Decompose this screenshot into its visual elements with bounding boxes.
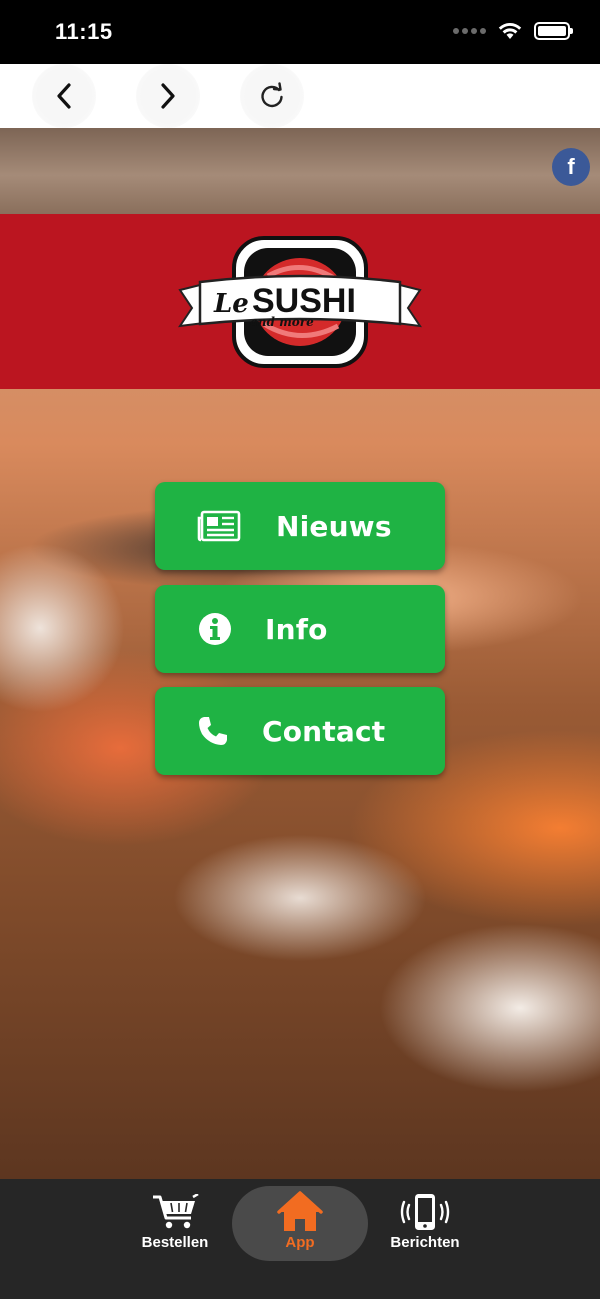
- tab-bestellen[interactable]: Bestellen: [130, 1179, 220, 1269]
- tab-app-label: App: [285, 1234, 315, 1251]
- brand-band: Le SUSHI and more: [0, 214, 600, 389]
- contact-button[interactable]: Contact: [155, 687, 445, 775]
- info-icon: [198, 612, 232, 646]
- tab-bestellen-label: Bestellen: [141, 1234, 209, 1251]
- bottom-tab-bar: Bestellen App Berichten: [0, 1179, 600, 1299]
- info-label: Info: [265, 612, 328, 646]
- phone-icon: [197, 715, 229, 747]
- wifi-icon: [498, 23, 522, 39]
- browser-nav-bar: [0, 64, 600, 128]
- reload-icon: [261, 82, 283, 108]
- tab-berichten-label: Berichten: [390, 1234, 460, 1251]
- chevron-right-icon: [161, 83, 175, 109]
- battery-icon: [534, 22, 573, 40]
- reload-button[interactable]: [240, 64, 304, 128]
- wood-header-image: [0, 128, 600, 214]
- tab-berichten[interactable]: Berichten: [380, 1179, 470, 1269]
- info-button[interactable]: Info: [155, 585, 445, 673]
- status-time: 11:15: [55, 19, 113, 44]
- phone-vibrate-icon: [400, 1193, 450, 1231]
- facebook-button[interactable]: f: [552, 148, 590, 186]
- back-button[interactable]: [32, 64, 96, 128]
- newspaper-icon: [197, 510, 241, 542]
- status-indicators: [453, 22, 573, 40]
- home-icon: [277, 1191, 323, 1231]
- nieuws-button[interactable]: Nieuws: [155, 482, 445, 570]
- forward-button[interactable]: [136, 64, 200, 128]
- tab-app[interactable]: App: [232, 1186, 368, 1261]
- le-sushi-logo: Le SUSHI and more: [178, 236, 422, 368]
- chevron-left-icon: [57, 83, 71, 109]
- contact-label: Contact: [262, 714, 386, 748]
- logo-tagline: and more: [250, 315, 314, 329]
- status-bar: 11:15: [0, 0, 600, 64]
- facebook-icon: f: [567, 154, 575, 179]
- logo-prefix: Le: [213, 289, 249, 319]
- cellular-signal-icon: [453, 28, 486, 34]
- nieuws-label: Nieuws: [276, 509, 392, 543]
- cart-icon: [151, 1193, 199, 1231]
